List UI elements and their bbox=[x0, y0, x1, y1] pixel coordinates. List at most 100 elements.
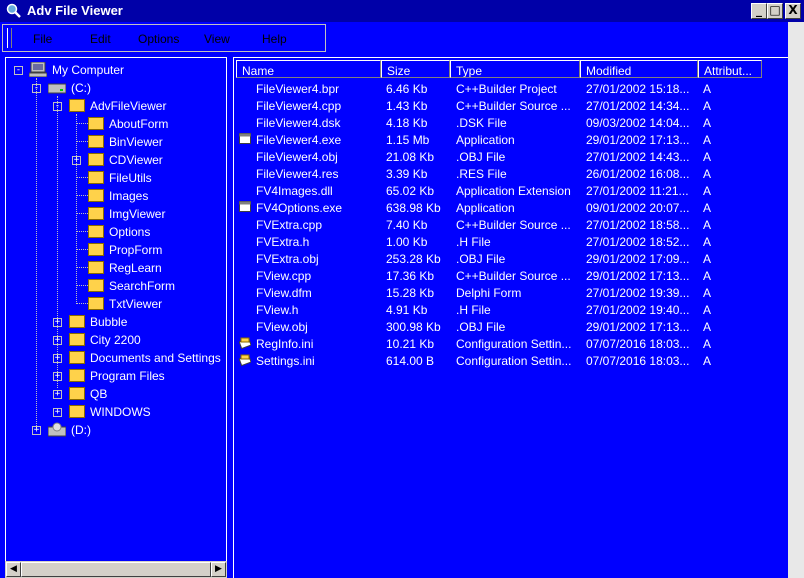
tree-node-folder[interactable]: + QB bbox=[6, 385, 226, 403]
tree-node-my-computer[interactable]: - My Computer bbox=[6, 61, 226, 79]
expand-icon[interactable]: + bbox=[72, 156, 81, 165]
file-type: .RES File bbox=[456, 167, 507, 181]
expand-icon[interactable]: + bbox=[53, 354, 62, 363]
folder-icon bbox=[88, 243, 104, 256]
tree-node-folder[interactable]: RegLearn bbox=[6, 259, 226, 277]
tree-line bbox=[76, 195, 88, 196]
column-header-modified[interactable]: Modified bbox=[580, 60, 698, 78]
expand-icon[interactable]: + bbox=[53, 372, 62, 381]
table-row[interactable]: FView.cpp 17.36 Kb C++Builder Source ... 29… bbox=[234, 267, 774, 284]
tree-node-folder[interactable]: + Program Files bbox=[6, 367, 226, 385]
menu-options[interactable]: Options bbox=[138, 32, 179, 46]
table-row[interactable]: FileViewer4.cpp 1.43 Kb C++Builder Source … bbox=[234, 97, 774, 114]
table-row[interactable]: FV4Images.dll 65.02 Kb Application Extensi… bbox=[234, 182, 774, 199]
minimize-button[interactable]: _ bbox=[751, 3, 767, 19]
tree-node-folder[interactable]: PropForm bbox=[6, 241, 226, 259]
expand-icon[interactable]: + bbox=[53, 318, 62, 327]
table-row[interactable]: FileViewer4.dsk 4.18 Kb .DSK File 09/03/200… bbox=[234, 114, 774, 131]
file-type: Configuration Settin... bbox=[456, 337, 572, 351]
tree-label: (C:) bbox=[71, 81, 91, 95]
menu-help[interactable]: Help bbox=[262, 32, 287, 46]
drive-icon bbox=[48, 83, 66, 94]
tree-node-folder[interactable]: Images bbox=[6, 187, 226, 205]
tree-node-folder[interactable]: + Documents and Settings bbox=[6, 349, 226, 367]
table-row[interactable]: FView.h 4.91 Kb .H File 27/01/2002 19:40...… bbox=[234, 301, 774, 318]
expand-icon[interactable]: + bbox=[53, 390, 62, 399]
expand-icon[interactable]: + bbox=[53, 336, 62, 345]
collapse-icon[interactable]: - bbox=[53, 102, 62, 111]
maximize-button[interactable]: □ bbox=[767, 3, 783, 19]
folder-icon bbox=[88, 153, 104, 166]
table-row[interactable]: FV4Options.exe 638.98 Kb Application 09/01/… bbox=[234, 199, 774, 216]
close-button[interactable]: X bbox=[785, 3, 801, 19]
collapse-icon[interactable]: - bbox=[32, 84, 41, 93]
table-row[interactable]: FileViewer4.res 3.39 Kb .RES File 26/01/200… bbox=[234, 165, 774, 182]
column-header-name[interactable]: Name bbox=[236, 60, 381, 78]
column-header-size[interactable]: Size bbox=[381, 60, 450, 78]
tree-node-drive-c[interactable]: - (C:) bbox=[6, 79, 226, 97]
tree-node-folder[interactable]: + CDViewer bbox=[6, 151, 226, 169]
file-size: 4.18 Kb bbox=[386, 116, 428, 130]
scroll-right-icon[interactable]: ▶ bbox=[211, 562, 226, 577]
table-row[interactable]: FVExtra.obj 253.28 Kb .OBJ File 29/01/2002 … bbox=[234, 250, 774, 267]
file-list[interactable]: Name Size Type Modified Attribut... File… bbox=[233, 57, 804, 578]
file-size: 7.40 Kb bbox=[386, 218, 428, 232]
tree-node-folder[interactable]: + City 2200 bbox=[6, 331, 226, 349]
tree-horizontal-scrollbar[interactable]: ◀ ▶ bbox=[5, 561, 227, 578]
tree-node-folder[interactable]: TxtViewer bbox=[6, 295, 226, 313]
file-size: 300.98 Kb bbox=[386, 320, 441, 334]
table-row[interactable]: Settings.ini 614.00 B Configuration Settin… bbox=[234, 352, 774, 369]
file-type: .OBJ File bbox=[456, 320, 506, 334]
tree-label: SearchForm bbox=[109, 279, 176, 293]
toolbar-grip[interactable] bbox=[7, 28, 12, 48]
tree-node-drive-d[interactable]: + (D:) bbox=[6, 421, 226, 439]
collapse-icon[interactable]: - bbox=[14, 66, 23, 75]
vertical-scrollbar[interactable] bbox=[788, 22, 804, 578]
tree-node-folder[interactable]: FileUtils bbox=[6, 169, 226, 187]
file-attributes: A bbox=[703, 167, 712, 181]
folder-tree[interactable]: - My Computer - (C:) - AdvFileViewer Abo… bbox=[5, 57, 227, 578]
tree-node-folder[interactable]: ImgViewer bbox=[6, 205, 226, 223]
tree-node-folder[interactable]: + Bubble bbox=[6, 313, 226, 331]
expand-icon[interactable]: + bbox=[53, 408, 62, 417]
table-row[interactable]: FVExtra.h 1.00 Kb .H File 27/01/2002 18:52.… bbox=[234, 233, 774, 250]
tree-label: BinViewer bbox=[109, 135, 163, 149]
tree-node-folder[interactable]: Options bbox=[6, 223, 226, 241]
file-size: 10.21 Kb bbox=[386, 337, 435, 351]
table-row[interactable]: RegInfo.ini 10.21 Kb Configuration Settin.… bbox=[234, 335, 774, 352]
folder-icon bbox=[69, 387, 85, 400]
table-row[interactable]: FileViewer4.exe 1.15 Mb Application 29/01/2… bbox=[234, 131, 774, 148]
file-size: 3.39 Kb bbox=[386, 167, 428, 181]
tree-line bbox=[76, 231, 88, 232]
expand-icon[interactable]: + bbox=[32, 426, 41, 435]
scroll-left-icon[interactable]: ◀ bbox=[6, 562, 21, 577]
menu-edit[interactable]: Edit bbox=[90, 32, 111, 46]
column-header-attributes[interactable]: Attribut... bbox=[698, 60, 762, 78]
table-row[interactable]: FileViewer4.bpr 6.46 Kb C++Builder Project… bbox=[234, 80, 774, 97]
column-header-type[interactable]: Type bbox=[450, 60, 580, 78]
table-row[interactable]: FView.obj 300.98 Kb .OBJ File 29/01/2002 17… bbox=[234, 318, 774, 335]
tree-node-folder[interactable]: SearchForm bbox=[6, 277, 226, 295]
table-row[interactable]: FView.dfm 15.28 Kb Delphi Form 27/01/2002 1… bbox=[234, 284, 774, 301]
file-size: 21.08 Kb bbox=[386, 150, 435, 164]
table-row[interactable]: FileViewer4.obj 21.08 Kb .OBJ File 27/01/20… bbox=[234, 148, 774, 165]
folder-icon bbox=[69, 369, 85, 382]
tree-label: Program Files bbox=[90, 369, 165, 383]
scroll-thumb[interactable] bbox=[21, 562, 211, 577]
file-attributes: A bbox=[703, 82, 712, 96]
tree-node-folder[interactable]: BinViewer bbox=[6, 133, 226, 151]
file-modified: 26/01/2002 16:08... bbox=[586, 167, 690, 181]
tree-node-advfileviewer[interactable]: - AdvFileViewer bbox=[6, 97, 226, 115]
config-file-icon bbox=[239, 337, 251, 349]
menu-view[interactable]: View bbox=[204, 32, 230, 46]
tree-node-folder[interactable]: + WINDOWS bbox=[6, 403, 226, 421]
folder-icon bbox=[69, 351, 85, 364]
menu-file[interactable]: File bbox=[33, 32, 52, 46]
table-row[interactable]: FVExtra.cpp 7.40 Kb C++Builder Source ... 2… bbox=[234, 216, 774, 233]
tree-label: City 2200 bbox=[90, 333, 141, 347]
folder-icon bbox=[69, 405, 85, 418]
file-attributes: A bbox=[703, 286, 712, 300]
tree-label: FileUtils bbox=[109, 171, 152, 185]
tree-node-folder[interactable]: AboutForm bbox=[6, 115, 226, 133]
config-file-icon bbox=[239, 354, 251, 366]
